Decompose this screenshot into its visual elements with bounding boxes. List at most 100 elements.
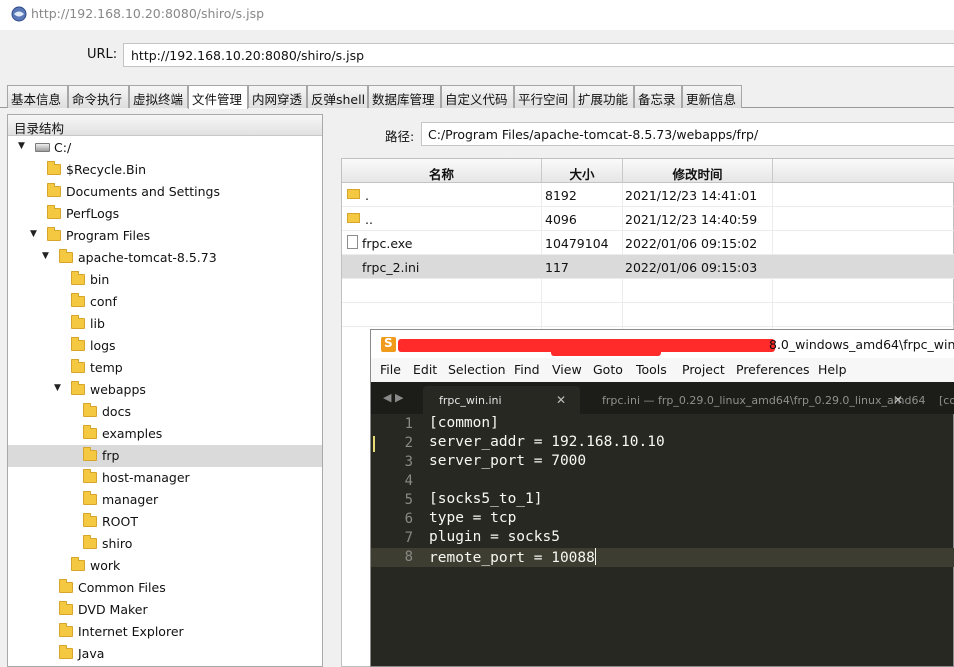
table-row[interactable]: . 8192 2021/12/23 14:41:01	[342, 183, 954, 207]
file-icon	[347, 235, 358, 249]
tree-node-java[interactable]: Java	[8, 643, 322, 665]
menu-tools[interactable]: Tools	[636, 362, 667, 377]
tree-node-label: host-manager	[102, 470, 190, 485]
folder-icon	[347, 213, 360, 223]
file-table-header: 名称 大小 修改时间	[342, 159, 954, 183]
tree-node-common-files[interactable]: Common Files	[8, 577, 322, 599]
menu-view[interactable]: View	[552, 362, 582, 377]
column-header-name[interactable]: 名称	[342, 159, 542, 183]
tree-node-program-files[interactable]: ▼ Program Files	[8, 225, 322, 247]
tab-parallel-space[interactable]: 平行空间	[514, 85, 574, 108]
expanded-arrow-icon[interactable]: ▼	[42, 251, 49, 261]
tree-node-label: lib	[90, 316, 105, 331]
tree-node-root[interactable]: ROOT	[8, 511, 322, 533]
file-name: frpc.exe	[362, 236, 413, 251]
file-name: .	[365, 188, 369, 203]
url-input[interactable]: http://192.168.10.20:8080/shiro/s.jsp	[123, 43, 954, 67]
close-icon[interactable]: ✕	[893, 393, 903, 407]
tab-database[interactable]: 数据库管理	[368, 85, 441, 108]
line-number: 5	[404, 492, 413, 508]
tree-node-label: docs	[102, 404, 131, 419]
tab-virtual-terminal[interactable]: 虚拟终端	[129, 85, 188, 108]
tab-custom-code[interactable]: 自定义代码	[441, 85, 514, 108]
sublime-editor-window: 8.0_windows_amd64\frpc_win.ini File Edit…	[370, 329, 954, 667]
expanded-arrow-icon[interactable]: ▼	[30, 229, 37, 239]
tree-node-webapps[interactable]: ▼ webapps	[8, 379, 322, 401]
menu-edit[interactable]: Edit	[413, 362, 437, 377]
table-row[interactable]: frpc_2.ini 117 2022/01/06 09:15:03	[342, 255, 954, 279]
tree-node-perflogs[interactable]: PerfLogs	[8, 203, 322, 225]
code-area[interactable]: 1 2 3 4 5 6 7 8 [common] server_addr = 1…	[371, 414, 954, 667]
table-row[interactable]: frpc.exe 10479104 2022/01/06 09:15:02	[342, 231, 954, 255]
column-header-modified[interactable]: 修改时间	[623, 159, 773, 183]
folder-icon	[83, 491, 97, 505]
window-title: http://192.168.10.20:8080/shiro/s.jsp	[31, 6, 265, 21]
column-header-size[interactable]: 大小	[542, 159, 623, 183]
tree-node-label: conf	[90, 294, 117, 309]
expanded-arrow-icon[interactable]: ▼	[54, 383, 61, 393]
tree-node-temp[interactable]: temp	[8, 357, 322, 379]
tree-node-work[interactable]: work	[8, 555, 322, 577]
tree-node-documents-and-settings[interactable]: Documents and Settings	[8, 181, 322, 203]
tree-node-shiro[interactable]: shiro	[8, 533, 322, 555]
tree-node-dvd-maker[interactable]: DVD Maker	[8, 599, 322, 621]
text-caret	[594, 548, 596, 565]
editor-tab-partial[interactable]: [co	[939, 386, 954, 414]
tab-intranet-tunnel[interactable]: 内网穿透	[248, 85, 307, 108]
tree-node-bin[interactable]: bin	[8, 269, 322, 291]
tab-memo[interactable]: 备忘录	[634, 85, 682, 108]
menu-preferences[interactable]: Preferences	[736, 362, 810, 377]
menu-find[interactable]: Find	[514, 362, 540, 377]
editor-tab-frpc-win-ini[interactable]: frpc_win.ini ✕	[423, 386, 580, 414]
folder-icon	[71, 315, 85, 329]
folder-icon	[83, 425, 97, 439]
tree-node-examples[interactable]: examples	[8, 423, 322, 445]
file-name: frpc_2.ini	[362, 260, 420, 275]
tab-file-manager[interactable]: 文件管理	[188, 85, 248, 109]
tree-node-recycle-bin[interactable]: $Recycle.Bin	[8, 159, 322, 181]
tree-node-lib[interactable]: lib	[8, 313, 322, 335]
tree-node-frp[interactable]: frp	[8, 445, 322, 467]
tree-node-internet-explorer[interactable]: Internet Explorer	[8, 621, 322, 643]
tree-node-host-manager[interactable]: host-manager	[8, 467, 322, 489]
tree-node-label: C:/	[54, 140, 72, 155]
tree-node-apache-tomcat[interactable]: ▼ apache-tomcat-8.5.73	[8, 247, 322, 269]
folder-icon	[47, 161, 61, 175]
tab-update-info[interactable]: 更新信息	[682, 85, 742, 108]
folder-icon	[71, 271, 85, 285]
menu-file[interactable]: File	[380, 362, 401, 377]
editor-tab-label: [co	[939, 394, 954, 407]
editor-tab-frpc-ini[interactable]: frpc.ini — frp_0.29.0_linux_amd64\frp_0.…	[602, 386, 925, 414]
tab-nav-arrows-icon[interactable]: ◀ ▶	[383, 391, 403, 404]
tree-node-label: PerfLogs	[66, 206, 120, 221]
expanded-arrow-icon[interactable]: ▼	[18, 141, 25, 151]
tree-node-label: temp	[90, 360, 123, 375]
tree-scrollbar[interactable]	[327, 114, 337, 667]
tree-node-conf[interactable]: conf	[8, 291, 322, 313]
line-number: 2	[404, 435, 413, 451]
menu-help[interactable]: Help	[818, 362, 847, 377]
menu-selection[interactable]: Selection	[448, 362, 506, 377]
folder-icon	[71, 293, 85, 307]
tree-node-manager[interactable]: manager	[8, 489, 322, 511]
tab-basic-info[interactable]: 基本信息	[7, 85, 68, 108]
path-input[interactable]: C:/Program Files/apache-tomcat-8.5.73/we…	[421, 122, 954, 146]
tab-extensions[interactable]: 扩展功能	[574, 85, 634, 108]
menu-goto[interactable]: Goto	[593, 362, 623, 377]
close-icon[interactable]: ✕	[556, 393, 566, 407]
folder-icon	[59, 601, 73, 615]
tab-reverse-shell[interactable]: 反弹shell	[307, 85, 368, 108]
tree-node-docs[interactable]: docs	[8, 401, 322, 423]
tree-node-c[interactable]: ▼ C:/	[8, 137, 322, 159]
tree-node-logs[interactable]: logs	[8, 335, 322, 357]
path-row: 路径: C:/Program Files/apache-tomcat-8.5.7…	[342, 119, 954, 147]
tree-node-label: frp	[102, 448, 120, 463]
code-line: [socks5_to_1]	[429, 491, 543, 507]
table-row[interactable]: .. 4096 2021/12/23 14:40:59	[342, 207, 954, 231]
tree-node-label: DVD Maker	[78, 602, 148, 617]
tree-node-label: logs	[90, 338, 116, 353]
folder-icon	[83, 403, 97, 417]
tree-node-label: $Recycle.Bin	[66, 162, 147, 177]
menu-project[interactable]: Project	[682, 362, 725, 377]
tab-command-exec[interactable]: 命令执行	[68, 85, 129, 108]
